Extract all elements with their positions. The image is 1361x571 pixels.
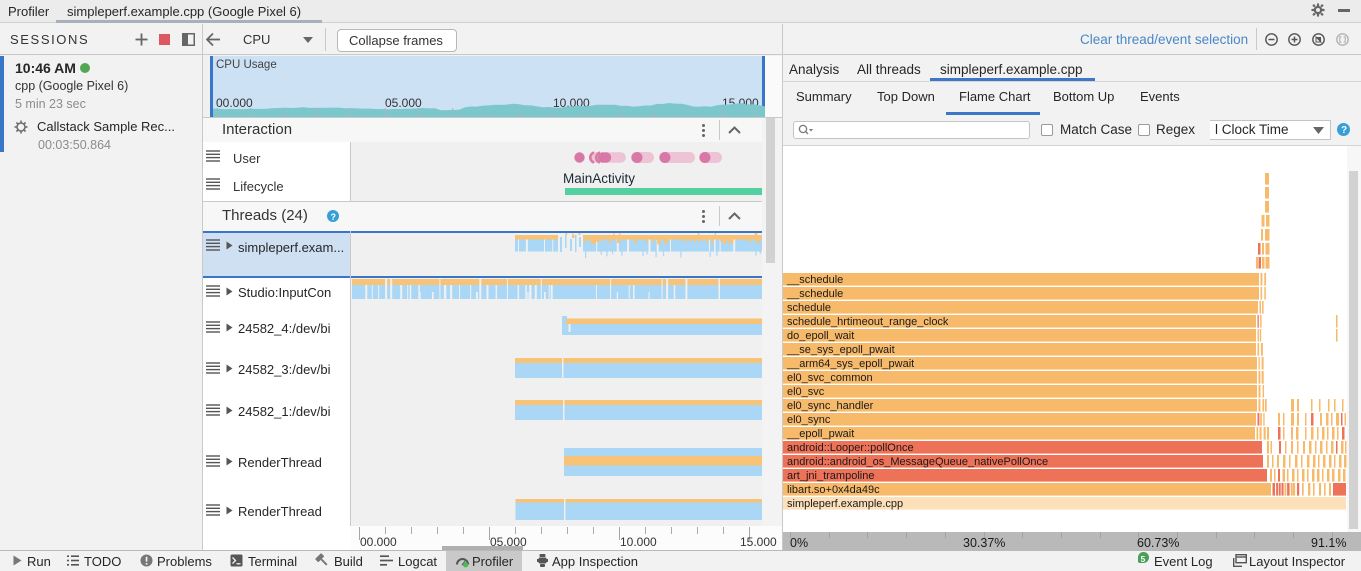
svg-text:art_jni_trampoline: art_jni_trampoline (787, 470, 874, 482)
svg-text:el0_svc: el0_svc (787, 386, 825, 398)
svg-text:el0_sync: el0_sync (787, 414, 831, 426)
svg-text:do_epoll_wait: do_epoll_wait (787, 330, 854, 342)
svg-text:__epoll_pwait: __epoll_pwait (786, 428, 854, 440)
svg-text:android::Looper::pollOnce: android::Looper::pollOnce (787, 442, 914, 454)
svg-text:__schedule: __schedule (786, 288, 843, 300)
svg-text:__arm64_sys_epoll_pwait: __arm64_sys_epoll_pwait (786, 358, 914, 370)
svg-text:libart.so+0x4da49c: libart.so+0x4da49c (787, 484, 880, 496)
svg-text:el0_sync_handler: el0_sync_handler (787, 400, 874, 412)
svg-text:schedule_hrtimeout_range_clock: schedule_hrtimeout_range_clock (787, 316, 949, 328)
svg-text:__se_sys_epoll_pwait: __se_sys_epoll_pwait (786, 344, 895, 356)
svg-text:simpleperf.example.cpp: simpleperf.example.cpp (787, 498, 903, 510)
svg-text:schedule: schedule (787, 302, 831, 314)
svg-text:el0_svc_common: el0_svc_common (787, 372, 873, 384)
svg-text:__schedule: __schedule (786, 274, 843, 286)
svg-text:android::android_os_MessageQue: android::android_os_MessageQueue_nativeP… (787, 456, 1048, 468)
